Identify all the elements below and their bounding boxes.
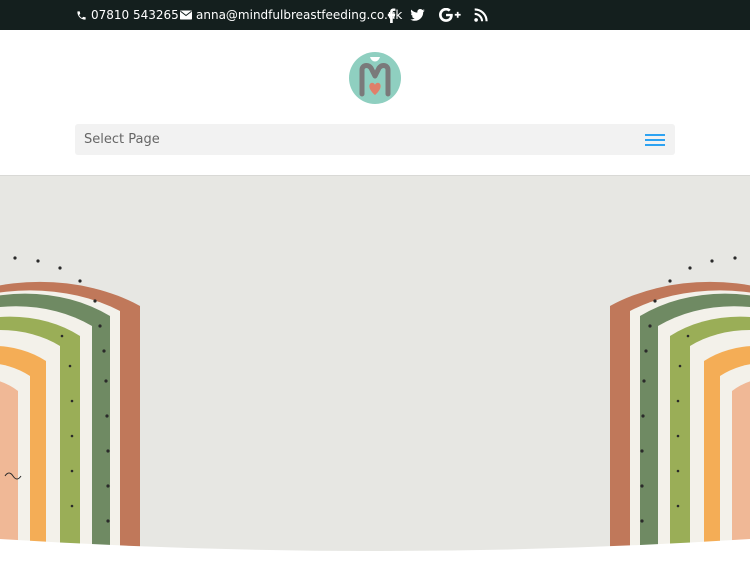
email-address: anna@mindfulbreastfeeding.co.uk bbox=[196, 8, 403, 22]
select-page-label: Select Page bbox=[84, 132, 160, 147]
m-heart-logo bbox=[349, 52, 401, 104]
facebook-link[interactable] bbox=[382, 6, 400, 24]
google-plus-icon bbox=[439, 8, 461, 22]
email-link[interactable]: anna@mindfulbreastfeeding.co.uk bbox=[180, 0, 402, 30]
rss-link[interactable] bbox=[472, 6, 490, 24]
phone-icon bbox=[77, 10, 86, 20]
phone-number: 07810 543265 bbox=[91, 8, 179, 22]
rainbow-right-illustration bbox=[610, 256, 750, 556]
top-contact-bar: 07810 543265 anna@mindfulbreastfeeding.c… bbox=[0, 0, 750, 30]
hero-bottom-curve bbox=[0, 539, 750, 563]
hamburger-icon[interactable] bbox=[645, 132, 665, 148]
envelope-icon bbox=[180, 10, 192, 20]
twitter-icon bbox=[409, 9, 425, 21]
phone-link[interactable]: 07810 543265 bbox=[76, 0, 179, 30]
rainbow-left-illustration bbox=[0, 256, 140, 556]
hero-section bbox=[0, 176, 750, 563]
facebook-icon bbox=[387, 8, 395, 23]
mobile-nav-select[interactable]: Select Page bbox=[75, 124, 675, 155]
twitter-link[interactable] bbox=[408, 6, 426, 24]
site-logo[interactable] bbox=[349, 52, 401, 104]
site-header: Select Page bbox=[0, 30, 750, 176]
google-plus-link[interactable] bbox=[438, 6, 462, 24]
rss-icon bbox=[474, 8, 488, 22]
